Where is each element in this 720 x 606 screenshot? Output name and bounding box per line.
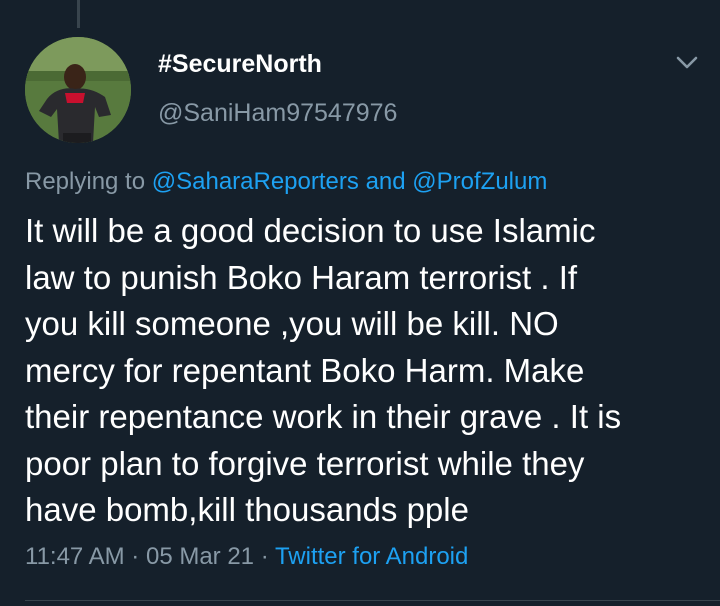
- user-handle[interactable]: @SaniHam97547976: [158, 99, 397, 128]
- avatar-photo: [25, 37, 131, 143]
- chevron-down-icon[interactable]: [674, 52, 700, 74]
- reply-mention-saharareporters[interactable]: @SaharaReporters: [152, 168, 359, 195]
- tweet-meta: 11:47 AM · 05 Mar 21 · Twitter for Andro…: [25, 543, 468, 571]
- replying-to-line: Replying to @SaharaReporters and @ProfZu…: [25, 168, 547, 196]
- reply-mention-profzulum[interactable]: @ProfZulum: [412, 168, 547, 195]
- display-name[interactable]: #SecureNorth: [158, 50, 322, 79]
- tweet-time[interactable]: 11:47 AM: [25, 543, 125, 570]
- meta-separator: ·: [131, 543, 140, 570]
- meta-separator: ·: [260, 543, 269, 570]
- tweet-source[interactable]: Twitter for Android: [275, 543, 468, 570]
- thread-connector-line: [77, 0, 80, 28]
- avatar[interactable]: [25, 37, 131, 143]
- tweet-text: It will be a good decision to use Islami…: [25, 212, 622, 528]
- tweet-date[interactable]: 05 Mar 21: [146, 543, 254, 570]
- divider: [25, 600, 720, 601]
- reply-conjunction: and: [365, 168, 406, 195]
- replying-prefix: Replying to: [25, 168, 146, 195]
